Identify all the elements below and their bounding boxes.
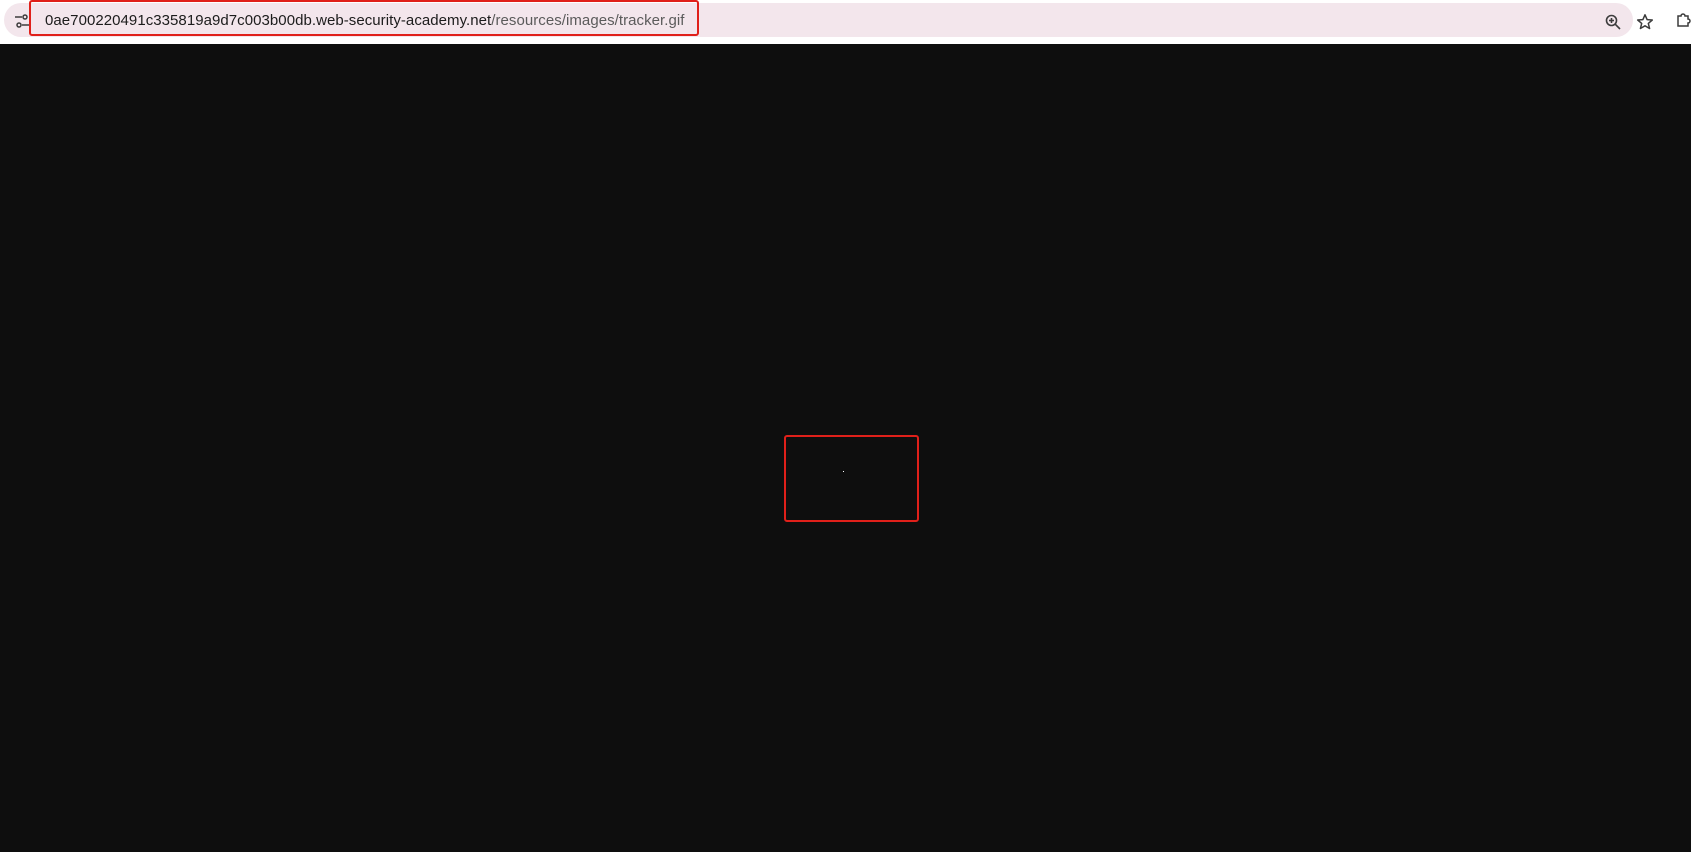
url-highlight-box [29,0,699,36]
tracker-gif-image [843,471,844,472]
browser-toolbar: 0ae700220491c335819a9d7c003b00db.web-sec… [0,0,1691,44]
image-highlight-box [784,435,919,522]
puzzle-icon[interactable] [1675,10,1691,28]
bookmark-star-icon[interactable] [1636,13,1654,31]
zoom-in-icon[interactable] [1604,13,1622,31]
